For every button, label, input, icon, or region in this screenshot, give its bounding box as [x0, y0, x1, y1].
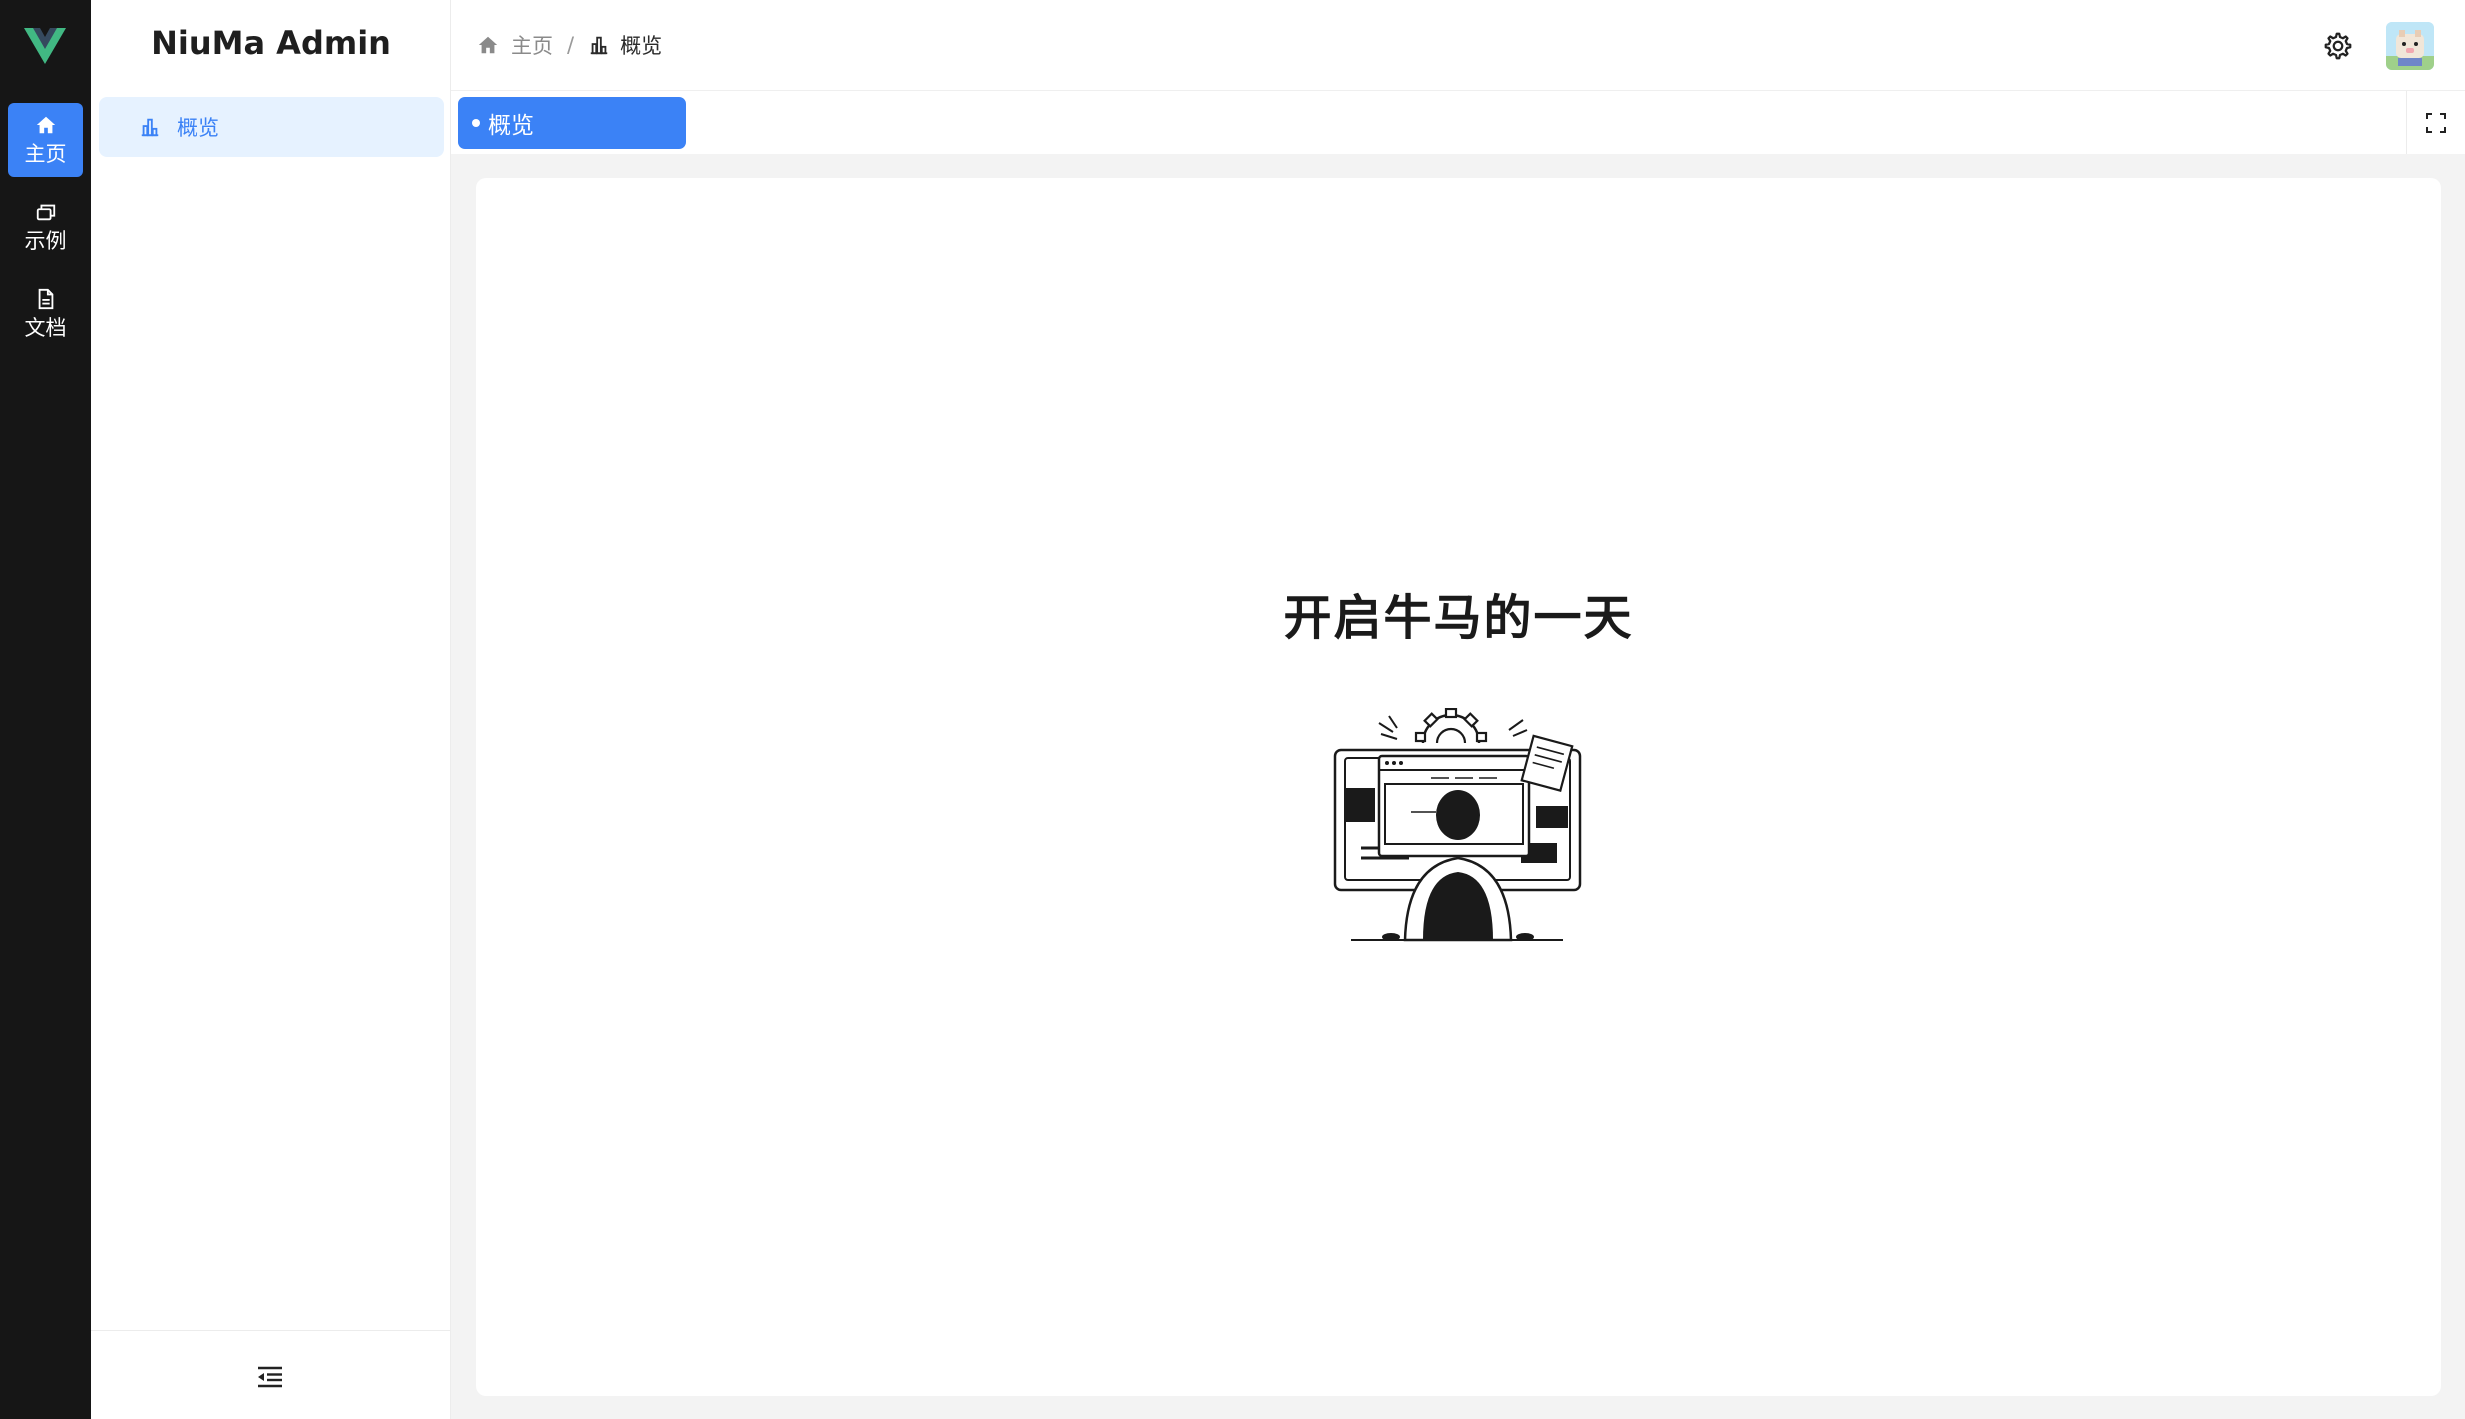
windows-icon [36, 204, 55, 221]
primary-nav-rail: 主页 示例 文档 [0, 0, 91, 1419]
rail-item-label: 示例 [24, 229, 67, 253]
fullscreen-icon [2426, 112, 2446, 133]
vue-logo-icon[interactable] [22, 22, 68, 68]
avatar-image [2386, 22, 2434, 70]
top-header: 主页 / 概览 [451, 0, 2465, 91]
avatar[interactable] [2386, 22, 2434, 70]
tab-active-dot [472, 119, 480, 127]
tab-label: 概览 [488, 113, 534, 139]
collapse-menu-icon[interactable] [256, 1365, 284, 1389]
rail-item-examples[interactable]: 示例 [8, 190, 83, 264]
main-content-card: 开启牛马的一天 [476, 178, 2441, 1396]
rail-item-docs[interactable]: 文档 [8, 277, 83, 351]
bar-chart-icon [590, 36, 608, 55]
secondary-sidebar: NiuMa Admin 概览 [91, 0, 451, 1419]
tab-overview[interactable]: 概览 [458, 97, 686, 149]
sidebar-footer [91, 1330, 451, 1419]
breadcrumb-item-current: 概览 [620, 34, 663, 58]
rail-item-label: 文档 [24, 316, 67, 340]
gear-icon[interactable] [2323, 31, 2353, 61]
app-title: NiuMa Admin [151, 24, 391, 62]
welcome-heading: 开启牛马的一天 [1283, 590, 1634, 646]
sidebar-item-label: 概览 [177, 116, 219, 140]
home-icon [478, 36, 498, 54]
tabs-bar: 概览 [451, 91, 2465, 154]
bar-chart-icon [141, 118, 159, 137]
breadcrumb-item-home[interactable]: 主页 [511, 30, 553, 60]
sidebar-item-overview[interactable]: 概览 [99, 97, 444, 157]
breadcrumb-separator: / [567, 33, 575, 57]
fullscreen-button[interactable] [2406, 91, 2465, 154]
person-at-computer-illustration [1333, 708, 1582, 942]
document-icon [38, 288, 53, 310]
breadcrumb: 主页 / 概览 [477, 30, 662, 60]
home-icon [36, 116, 55, 134]
rail-item-label: 主页 [24, 142, 67, 166]
rail-item-home[interactable]: 主页 [8, 103, 83, 177]
